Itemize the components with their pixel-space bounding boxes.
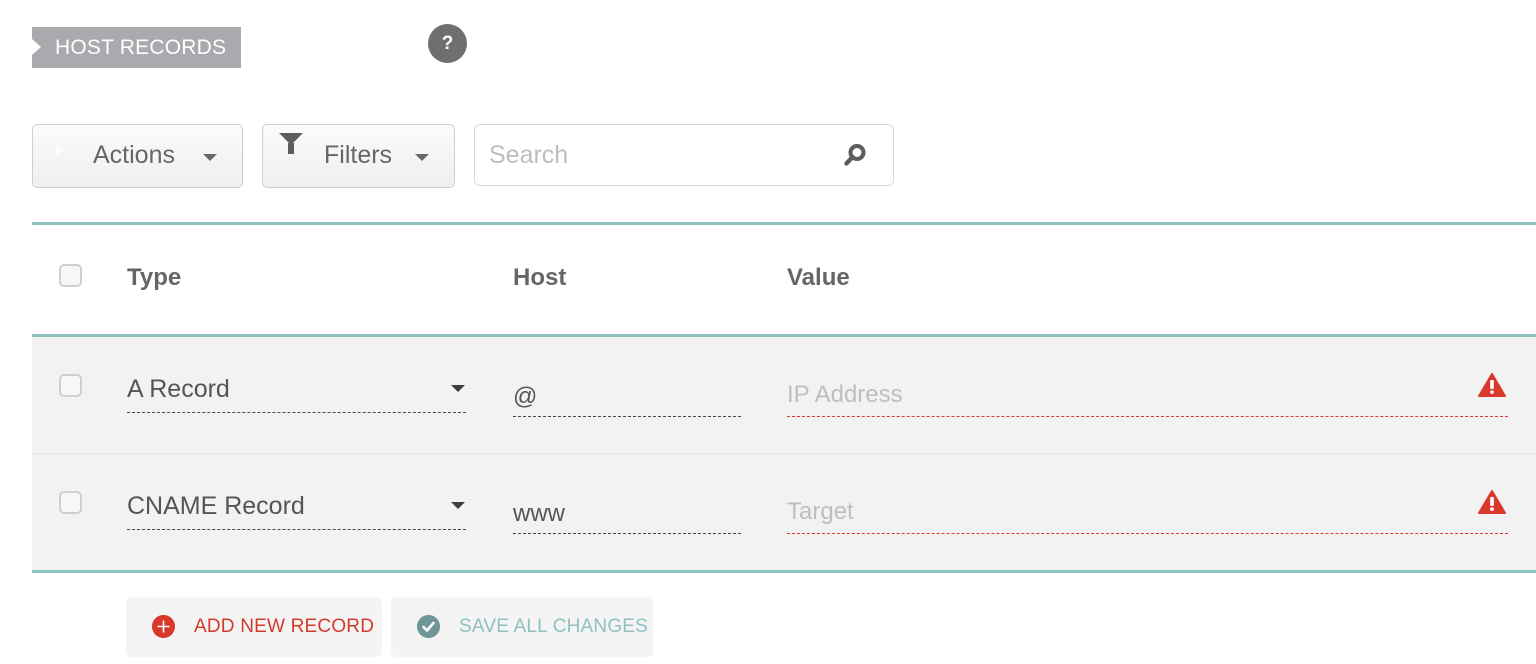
search-box: [474, 124, 894, 186]
column-header-value[interactable]: Value: [787, 264, 850, 292]
select-all-checkbox[interactable]: [59, 264, 82, 287]
help-icon[interactable]: ?: [428, 24, 467, 63]
section-title-ribbon: HOST RECORDS: [32, 27, 241, 68]
chevron-down-icon: [203, 154, 217, 161]
column-header-type[interactable]: Type: [127, 264, 181, 292]
add-new-record-button[interactable]: ADD NEW RECORD: [126, 597, 382, 657]
search-input[interactable]: [489, 137, 819, 173]
section-title: HOST RECORDS: [55, 35, 227, 59]
funnel-icon: [279, 133, 303, 173]
actions-dropdown-button[interactable]: Actions: [32, 124, 243, 188]
filters-dropdown-button[interactable]: Filters: [262, 124, 455, 188]
table-top-rule: [32, 222, 1536, 225]
table-row: A Record @ IP Address: [32, 337, 1536, 454]
record-type-value: A Record: [127, 375, 230, 403]
column-header-host[interactable]: Host: [513, 264, 566, 292]
table-bottom-rule: [32, 570, 1536, 573]
value-placeholder: IP Address: [787, 381, 903, 408]
save-all-changes-label: SAVE ALL CHANGES: [459, 616, 649, 637]
add-new-record-label: ADD NEW RECORD: [194, 616, 375, 637]
plus-circle-icon: [152, 615, 175, 638]
record-type-select[interactable]: CNAME Record: [127, 492, 466, 530]
table-row: CNAME Record www Target: [32, 454, 1536, 570]
host-input[interactable]: @: [513, 379, 741, 417]
save-all-changes-button[interactable]: SAVE ALL CHANGES: [391, 597, 653, 657]
filters-label: Filters: [324, 141, 393, 169]
host-input[interactable]: www: [513, 496, 741, 534]
value-input[interactable]: Target: [787, 496, 1508, 534]
record-type-select[interactable]: A Record: [127, 375, 466, 413]
caret-down-icon: [451, 385, 465, 392]
record-type-value: CNAME Record: [127, 492, 305, 520]
host-value: @: [513, 383, 538, 410]
row-checkbox[interactable]: [59, 374, 82, 397]
warning-icon: [1478, 373, 1506, 397]
chevron-down-icon: [415, 154, 429, 161]
value-input[interactable]: IP Address: [787, 379, 1508, 417]
value-placeholder: Target: [787, 498, 854, 525]
warning-icon: [1478, 490, 1506, 514]
actions-label: Actions: [93, 141, 175, 169]
search-icon[interactable]: [843, 143, 867, 167]
row-checkbox[interactable]: [59, 491, 82, 514]
check-circle-icon: [417, 615, 440, 638]
caret-down-icon: [451, 502, 465, 509]
host-value: www: [513, 500, 565, 527]
